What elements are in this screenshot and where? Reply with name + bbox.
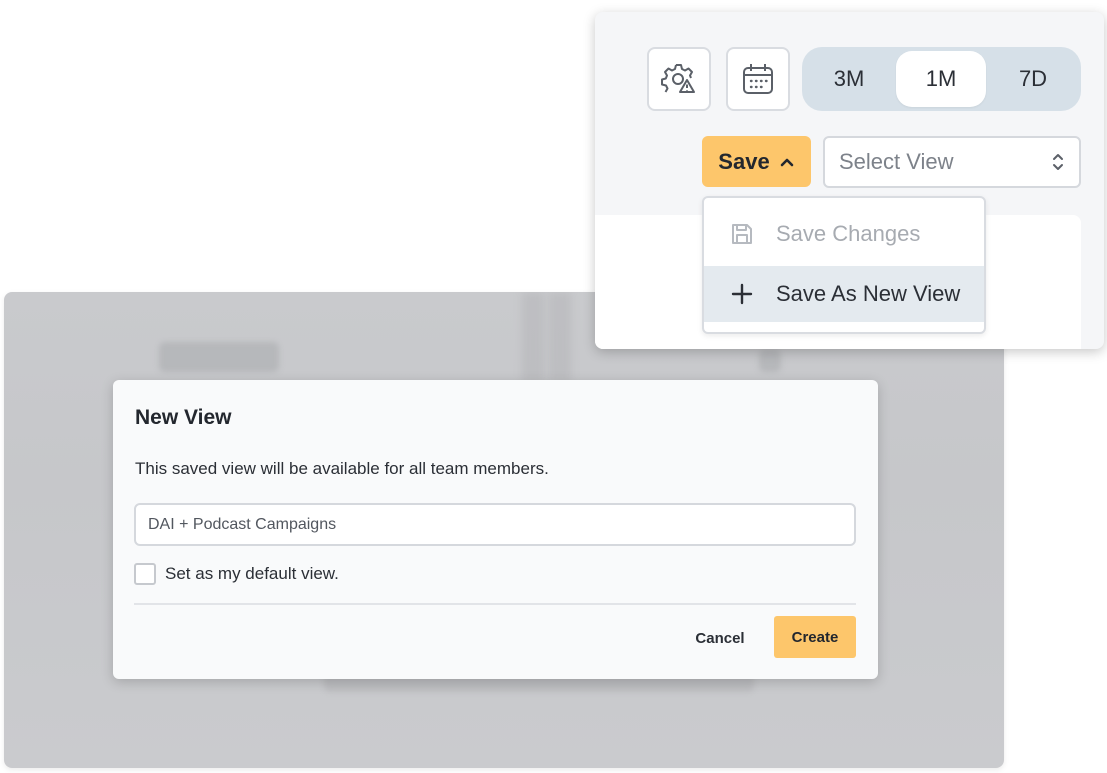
blurred-divider xyxy=(522,292,544,382)
save-changes-item[interactable]: Save Changes xyxy=(704,206,984,262)
blurred-divider xyxy=(549,292,571,382)
range-1m[interactable]: 1M xyxy=(896,51,986,107)
save-as-new-view-label: Save As New View xyxy=(776,281,961,306)
default-view-label: Set as my default view. xyxy=(165,564,339,583)
toolbar-card: 3M 1M 7D Save Select View Save Changes S… xyxy=(595,12,1104,349)
view-name-input[interactable] xyxy=(134,503,856,546)
save-menu: Save Changes Save As New View xyxy=(702,196,986,334)
sort-arrows-icon xyxy=(1053,154,1063,170)
settings-warning-icon xyxy=(661,64,695,93)
range-7d[interactable]: 7D xyxy=(988,51,1078,107)
save-button[interactable]: Save xyxy=(702,136,811,187)
calendar-button[interactable] xyxy=(726,47,790,111)
date-range-toggle: 3M 1M 7D xyxy=(802,47,1081,111)
calendar-icon xyxy=(743,64,773,94)
blurred-heading xyxy=(159,342,279,372)
settings-warning-button[interactable] xyxy=(647,47,711,111)
select-view-placeholder: Select View xyxy=(839,149,954,174)
save-changes-label: Save Changes xyxy=(776,221,921,246)
dialog-description: This saved view will be available for al… xyxy=(135,459,549,478)
default-view-checkbox[interactable] xyxy=(134,563,156,585)
plus-icon xyxy=(730,282,754,306)
save-as-new-view-item[interactable]: Save As New View xyxy=(704,266,984,322)
new-view-dialog: New View This saved view will be availab… xyxy=(113,380,878,679)
default-view-option[interactable]: Set as my default view. xyxy=(134,563,339,585)
create-button[interactable]: Create xyxy=(774,616,856,658)
save-button-label: Save xyxy=(718,148,770,174)
range-3m[interactable]: 3M xyxy=(804,51,894,107)
floppy-disk-icon xyxy=(730,222,754,246)
blurred-icon xyxy=(759,350,781,372)
stage: New View This saved view will be availab… xyxy=(0,0,1107,773)
chevron-up-icon xyxy=(780,158,793,166)
cancel-button[interactable]: Cancel xyxy=(683,618,757,658)
dialog-divider xyxy=(134,603,856,605)
select-view-dropdown[interactable]: Select View xyxy=(823,136,1081,188)
dialog-title: New View xyxy=(135,406,232,429)
